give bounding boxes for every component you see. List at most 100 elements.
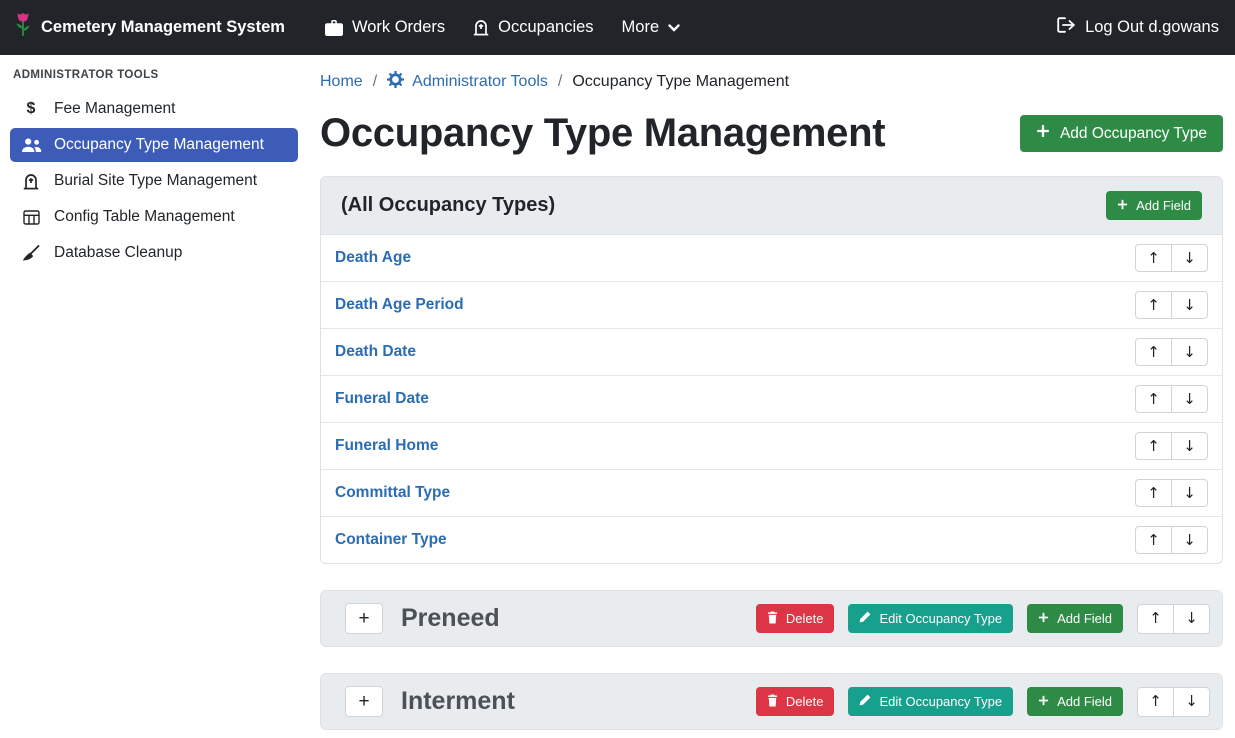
occupancy-type-actions: Delete Edit Occupancy Type Add Field (756, 604, 1210, 634)
delete-button[interactable]: Delete (756, 604, 835, 633)
edit-occupancy-type-label: Edit Occupancy Type (879, 611, 1002, 626)
logout-icon (1057, 17, 1076, 38)
brand[interactable]: Cemetery Management System (14, 10, 285, 45)
add-field-button[interactable]: Add Field (1027, 687, 1123, 716)
move-down-button[interactable]: ↓ (1171, 244, 1208, 272)
move-down-button[interactable]: ↓ (1171, 479, 1208, 507)
sidebar-item-config-table-management[interactable]: Config Table Management (10, 200, 298, 234)
sidebar-item-label: Fee Management (54, 100, 176, 118)
breadcrumb-administrator-tools[interactable]: Administrator Tools (387, 71, 548, 93)
expand-button[interactable]: + (345, 603, 383, 634)
move-down-button[interactable]: ↓ (1173, 604, 1210, 634)
users-icon (20, 138, 42, 153)
all-occupancy-types-card: (All Occupancy Types) Add Field Death Ag… (320, 176, 1223, 564)
occupancy-type-header: + Preneed Delete Edit Occupancy Type (321, 591, 1222, 646)
sidebar-item-occupancy-type-management[interactable]: Occupancy Type Management (10, 128, 298, 162)
move-up-button[interactable]: ↑ (1135, 479, 1172, 507)
field-link[interactable]: Death Date (335, 343, 416, 361)
title-row: Occupancy Type Management Add Occupancy … (320, 111, 1223, 156)
top-navbar: Cemetery Management System Work Orders O… (0, 0, 1235, 55)
navbar-links: Work Orders Occupancies More (311, 9, 694, 46)
sidebar-item-fee-management[interactable]: $ Fee Management (10, 92, 298, 126)
main-content: Home / (308, 55, 1235, 738)
plus-icon (1038, 694, 1049, 709)
delete-label: Delete (786, 611, 824, 626)
nav-logout[interactable]: Log Out d.gowans (1055, 8, 1221, 47)
nav-occupancies[interactable]: Occupancies (459, 9, 607, 46)
reorder-buttons: ↑ ↓ (1135, 338, 1208, 366)
sidebar: Administrator Tools $ Fee Management Occ… (0, 55, 308, 738)
breadcrumb-current-page: Occupancy Type Management (572, 73, 789, 91)
delete-button[interactable]: Delete (756, 687, 835, 716)
reorder-buttons: ↑ ↓ (1137, 604, 1210, 634)
field-link[interactable]: Funeral Home (335, 437, 438, 455)
arrow-down-icon: ↓ (1183, 439, 1196, 454)
field-link[interactable]: Death Age (335, 249, 411, 267)
expand-button[interactable]: + (345, 686, 383, 717)
field-link[interactable]: Committal Type (335, 484, 450, 502)
arrow-up-icon: ↑ (1147, 486, 1160, 501)
move-up-button[interactable]: ↑ (1135, 385, 1172, 413)
move-down-button[interactable]: ↓ (1171, 291, 1208, 319)
move-up-button[interactable]: ↑ (1137, 604, 1174, 634)
move-down-button[interactable]: ↓ (1171, 432, 1208, 460)
move-up-button[interactable]: ↑ (1135, 432, 1172, 460)
arrow-down-icon: ↓ (1183, 298, 1196, 313)
reorder-buttons: ↑ ↓ (1135, 385, 1208, 413)
headstone-icon (20, 173, 42, 190)
add-field-button[interactable]: Add Field (1027, 604, 1123, 633)
trash-icon (767, 694, 778, 710)
arrow-down-icon: ↓ (1183, 392, 1196, 407)
sidebar-item-label: Config Table Management (54, 208, 235, 226)
breadcrumb-home[interactable]: Home (320, 73, 363, 91)
move-up-button[interactable]: ↑ (1135, 291, 1172, 319)
field-row: Committal Type ↑ ↓ (321, 470, 1222, 517)
nav-work-orders[interactable]: Work Orders (311, 9, 459, 46)
move-up-button[interactable]: ↑ (1135, 244, 1172, 272)
flower-icon (14, 10, 32, 45)
nav-more[interactable]: More (608, 9, 695, 46)
move-down-button[interactable]: ↓ (1171, 526, 1208, 554)
arrow-down-icon: ↓ (1183, 533, 1196, 548)
sidebar-heading: Administrator Tools (0, 59, 308, 90)
field-link[interactable]: Funeral Date (335, 390, 429, 408)
move-down-button[interactable]: ↓ (1171, 385, 1208, 413)
arrow-down-icon: ↓ (1185, 694, 1198, 709)
edit-occupancy-type-button[interactable]: Edit Occupancy Type (848, 604, 1013, 633)
move-up-button[interactable]: ↑ (1135, 338, 1172, 366)
breadcrumb: Home / (320, 63, 1223, 97)
arrow-up-icon: ↑ (1147, 533, 1160, 548)
field-link[interactable]: Container Type (335, 531, 447, 549)
page-title: Occupancy Type Management (320, 111, 885, 156)
all-occupancy-types-header: (All Occupancy Types) Add Field (321, 177, 1222, 235)
move-down-button[interactable]: ↓ (1171, 338, 1208, 366)
add-occupancy-type-button[interactable]: Add Occupancy Type (1020, 115, 1223, 152)
arrow-down-icon: ↓ (1183, 345, 1196, 360)
dollar-icon: $ (20, 100, 42, 118)
reorder-buttons: ↑ ↓ (1135, 244, 1208, 272)
brand-label: Cemetery Management System (41, 18, 285, 37)
occupancy-type-header: + Interment Delete Edit Occupancy Type (321, 674, 1222, 729)
field-row: Death Age ↑ ↓ (321, 235, 1222, 282)
add-field-button[interactable]: Add Field (1106, 191, 1202, 220)
edit-occupancy-type-button[interactable]: Edit Occupancy Type (848, 687, 1013, 716)
plus-icon (1117, 198, 1128, 213)
move-up-button[interactable]: ↑ (1135, 526, 1172, 554)
toolbox-icon (325, 20, 343, 36)
nav-work-orders-label: Work Orders (352, 18, 445, 37)
sidebar-item-label: Database Cleanup (54, 244, 182, 262)
chevron-down-icon (668, 24, 680, 32)
move-down-button[interactable]: ↓ (1173, 687, 1210, 717)
sidebar-item-database-cleanup[interactable]: Database Cleanup (10, 236, 298, 270)
move-up-button[interactable]: ↑ (1137, 687, 1174, 717)
sidebar-item-label: Occupancy Type Management (54, 136, 264, 154)
field-row: Funeral Home ↑ ↓ (321, 423, 1222, 470)
arrow-down-icon: ↓ (1185, 611, 1198, 626)
breadcrumb-administrator-tools-label: Administrator Tools (412, 73, 548, 91)
broom-icon (20, 245, 42, 261)
field-link[interactable]: Death Age Period (335, 296, 464, 314)
sidebar-item-burial-site-type-management[interactable]: Burial Site Type Management (10, 164, 298, 198)
delete-label: Delete (786, 694, 824, 709)
nav-more-label: More (622, 18, 660, 37)
table-icon (20, 210, 42, 225)
